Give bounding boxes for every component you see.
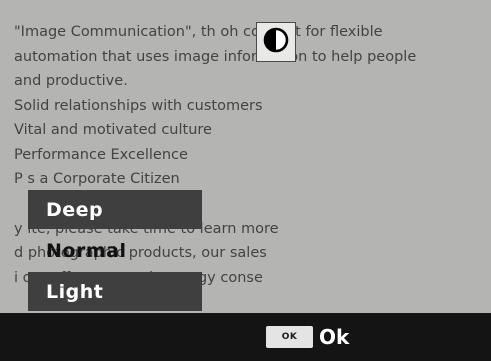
document-line: automation that uses image information t… — [14, 48, 417, 65]
bottom-button-bar: OK Ok — [0, 313, 491, 361]
menu-item-deep[interactable]: Deep — [28, 190, 202, 229]
camera-screen: "Image Communication", th oh concept for… — [0, 0, 491, 361]
contrast-icon — [263, 27, 289, 57]
menu-item-light[interactable]: Light — [28, 272, 202, 311]
document-line: Vital and motivated culture — [14, 122, 212, 138]
menu-item-normal[interactable]: Normal — [28, 231, 202, 270]
document-line: Performance Excellence — [14, 146, 188, 163]
menu-item-label: Deep — [46, 198, 104, 221]
contrast-mode-badge — [256, 22, 296, 62]
ok-label: Ok — [319, 325, 350, 349]
document-line: and productive. — [14, 73, 128, 89]
ok-button[interactable]: OK Ok — [266, 321, 349, 353]
document-line: Solid relationships with customers — [14, 97, 263, 114]
menu-item-label: Light — [46, 280, 104, 303]
contrast-menu: Deep Normal Light — [28, 190, 202, 313]
ok-key-icon: OK — [266, 326, 313, 348]
menu-item-label: Normal — [46, 239, 127, 262]
document-line: P s a Corporate Citizen — [14, 171, 180, 187]
document-line: "Image Communication", th oh concept for… — [14, 24, 383, 40]
